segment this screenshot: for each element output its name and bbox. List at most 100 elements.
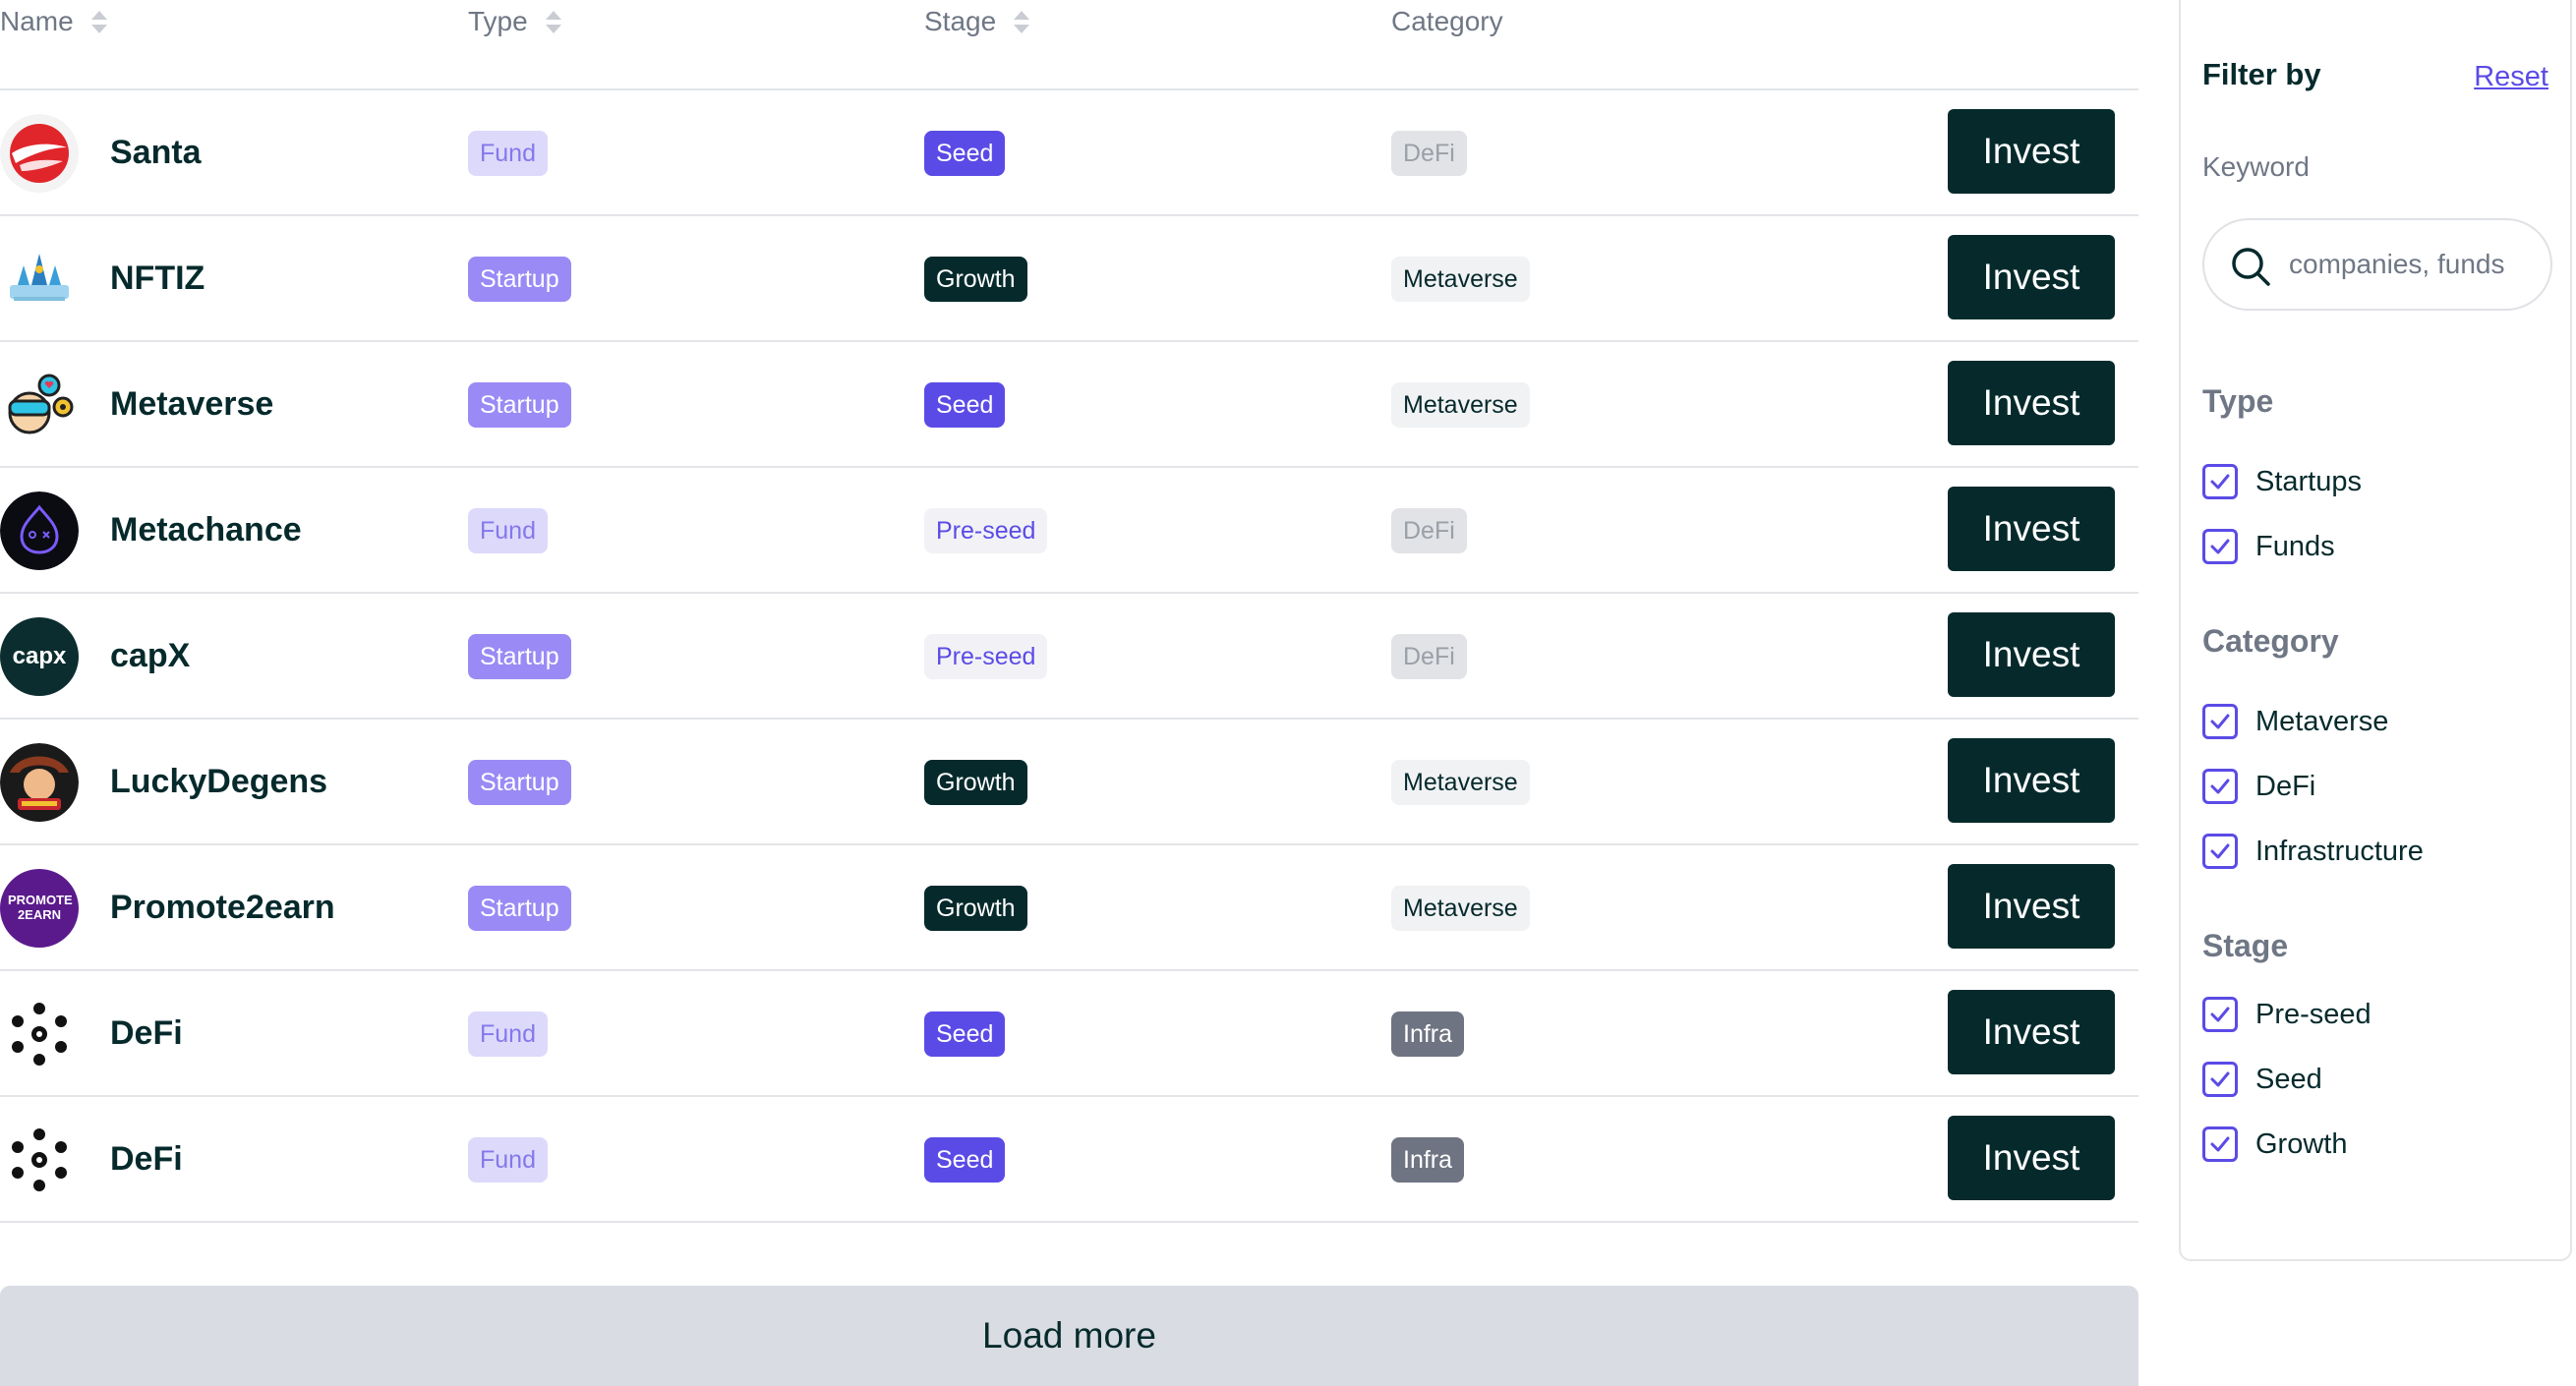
- category-tag: DeFi: [1391, 131, 1467, 176]
- table-row[interactable]: PROMOTE 2EARN Promote2earn Startup Growt…: [0, 845, 2138, 971]
- stage-tag: Pre-seed: [924, 634, 1048, 679]
- search-input[interactable]: [2289, 242, 2547, 287]
- company-name[interactable]: Metachance: [110, 511, 302, 549]
- checkbox-label: Seed: [2255, 1063, 2322, 1095]
- stage-tag: Pre-seed: [924, 508, 1048, 553]
- stage-section-title: Stage: [2202, 928, 2289, 963]
- invest-button[interactable]: Invest: [1948, 990, 2115, 1074]
- table-row[interactable]: Metaverse Startup Seed Metaverse Invest: [0, 342, 2138, 468]
- category-tag: Infra: [1391, 1137, 1465, 1183]
- table-row[interactable]: DeFi Fund Seed Infra Invest: [0, 1097, 2138, 1223]
- table-row[interactable]: NFTIZ Startup Growth Metaverse Invest: [0, 216, 2138, 342]
- stage-tag: Growth: [924, 886, 1027, 931]
- invest-button[interactable]: Invest: [1948, 864, 2115, 949]
- companies-table: Name Type Stage Category Santa Fund Seed…: [0, 0, 2138, 1223]
- category-tag: DeFi: [1391, 634, 1467, 679]
- checkbox-startups[interactable]: Startups: [2202, 464, 2362, 499]
- column-header-name-label: Name: [0, 6, 74, 36]
- category-tag: Metaverse: [1391, 886, 1530, 931]
- invest-button[interactable]: Invest: [1948, 235, 2115, 319]
- invest-button[interactable]: Invest: [1948, 1116, 2115, 1200]
- search-box[interactable]: [2202, 218, 2552, 311]
- checkbox-label: Startups: [2255, 465, 2362, 497]
- category-tag: Infra: [1391, 1011, 1465, 1057]
- sort-icon[interactable]: [90, 10, 107, 33]
- capx-logo-text: capx: [12, 643, 67, 669]
- checkbox-checked-icon[interactable]: [2202, 997, 2238, 1032]
- company-name[interactable]: LuckyDegens: [110, 763, 327, 801]
- type-tag: Startup: [468, 382, 571, 428]
- checkbox-seed[interactable]: Seed: [2202, 1062, 2322, 1097]
- type-tag: Fund: [468, 1137, 548, 1183]
- sort-icon[interactable]: [1014, 10, 1030, 33]
- metaverse-logo: [0, 366, 79, 444]
- invest-button[interactable]: Invest: [1948, 612, 2115, 697]
- checkbox-label: Funds: [2255, 530, 2335, 562]
- table-row[interactable]: Metachance Fund Pre-seed DeFi Invest: [0, 468, 2138, 594]
- column-header-type-label: Type: [468, 6, 528, 36]
- luckydegens-logo: [0, 743, 79, 822]
- filter-title: Filter by: [2202, 57, 2321, 91]
- checkbox-checked-icon[interactable]: [2202, 834, 2238, 869]
- category-tag: Metaverse: [1391, 257, 1530, 302]
- category-tag: Metaverse: [1391, 760, 1530, 805]
- checkbox-pre-seed[interactable]: Pre-seed: [2202, 997, 2371, 1032]
- company-name[interactable]: Promote2earn: [110, 889, 335, 927]
- column-header-type[interactable]: Type: [468, 6, 561, 37]
- invest-button[interactable]: Invest: [1948, 109, 2115, 194]
- type-tag: Startup: [468, 886, 571, 931]
- checkbox-label: Pre-seed: [2255, 998, 2371, 1030]
- checkbox-checked-icon[interactable]: [2202, 1062, 2238, 1097]
- promote2earn-logo: PROMOTE 2EARN: [0, 869, 79, 948]
- checkbox-label: Infrastructure: [2255, 835, 2424, 867]
- checkbox-checked-icon[interactable]: [2202, 769, 2238, 804]
- company-name[interactable]: DeFi: [110, 1014, 183, 1053]
- company-name[interactable]: DeFi: [110, 1140, 183, 1179]
- checkbox-metaverse[interactable]: Metaverse: [2202, 704, 2388, 739]
- metachance-logo: [0, 491, 79, 570]
- table-row[interactable]: Santa Fund Seed DeFi Invest: [0, 90, 2138, 216]
- category-section-title: Category: [2202, 623, 2339, 659]
- checkbox-defi[interactable]: DeFi: [2202, 769, 2315, 804]
- checkbox-label: DeFi: [2255, 770, 2316, 802]
- search-icon: [2232, 248, 2270, 286]
- category-tag: DeFi: [1391, 508, 1467, 553]
- table-row[interactable]: capx capX Startup Pre-seed DeFi Invest: [0, 594, 2138, 720]
- table-row[interactable]: LuckyDegens Startup Growth Metaverse Inv…: [0, 720, 2138, 845]
- checkbox-checked-icon[interactable]: [2202, 704, 2238, 739]
- checkbox-growth[interactable]: Growth: [2202, 1126, 2347, 1162]
- checkbox-checked-icon[interactable]: [2202, 1126, 2238, 1162]
- stage-tag: Growth: [924, 760, 1027, 805]
- checkbox-checked-icon[interactable]: [2202, 529, 2238, 564]
- company-name[interactable]: capX: [110, 637, 190, 675]
- keyword-label: Keyword: [2202, 151, 2310, 182]
- checkbox-infrastructure[interactable]: Infrastructure: [2202, 834, 2424, 869]
- stage-tag: Seed: [924, 382, 1006, 428]
- stage-tag: Seed: [924, 1137, 1006, 1183]
- defi-logo: [0, 1121, 79, 1199]
- checkbox-label: Metaverse: [2255, 705, 2389, 737]
- reset-link[interactable]: Reset: [2474, 61, 2548, 93]
- nftiz-logo: [0, 240, 79, 318]
- invest-button[interactable]: Invest: [1948, 738, 2115, 823]
- invest-button[interactable]: Invest: [1948, 361, 2115, 445]
- checkbox-checked-icon[interactable]: [2202, 464, 2238, 499]
- column-header-name[interactable]: Name: [0, 6, 107, 37]
- type-tag: Startup: [468, 760, 571, 805]
- sort-icon[interactable]: [545, 10, 561, 33]
- checkbox-label: Growth: [2255, 1127, 2348, 1160]
- company-name[interactable]: Metaverse: [110, 385, 273, 424]
- defi-logo: [0, 995, 79, 1073]
- table-row[interactable]: DeFi Fund Seed Infra Invest: [0, 971, 2138, 1097]
- company-name[interactable]: Santa: [110, 134, 202, 172]
- type-tag: Fund: [468, 131, 548, 176]
- stage-tag: Growth: [924, 257, 1027, 302]
- type-tag: Startup: [468, 634, 571, 679]
- capx-logo: capx: [0, 617, 79, 696]
- checkbox-funds[interactable]: Funds: [2202, 529, 2335, 564]
- load-more-button[interactable]: Load more: [0, 1286, 2138, 1386]
- invest-button[interactable]: Invest: [1948, 487, 2115, 571]
- santa-logo: [0, 114, 79, 193]
- column-header-stage[interactable]: Stage: [924, 6, 1030, 37]
- company-name[interactable]: NFTIZ: [110, 260, 205, 298]
